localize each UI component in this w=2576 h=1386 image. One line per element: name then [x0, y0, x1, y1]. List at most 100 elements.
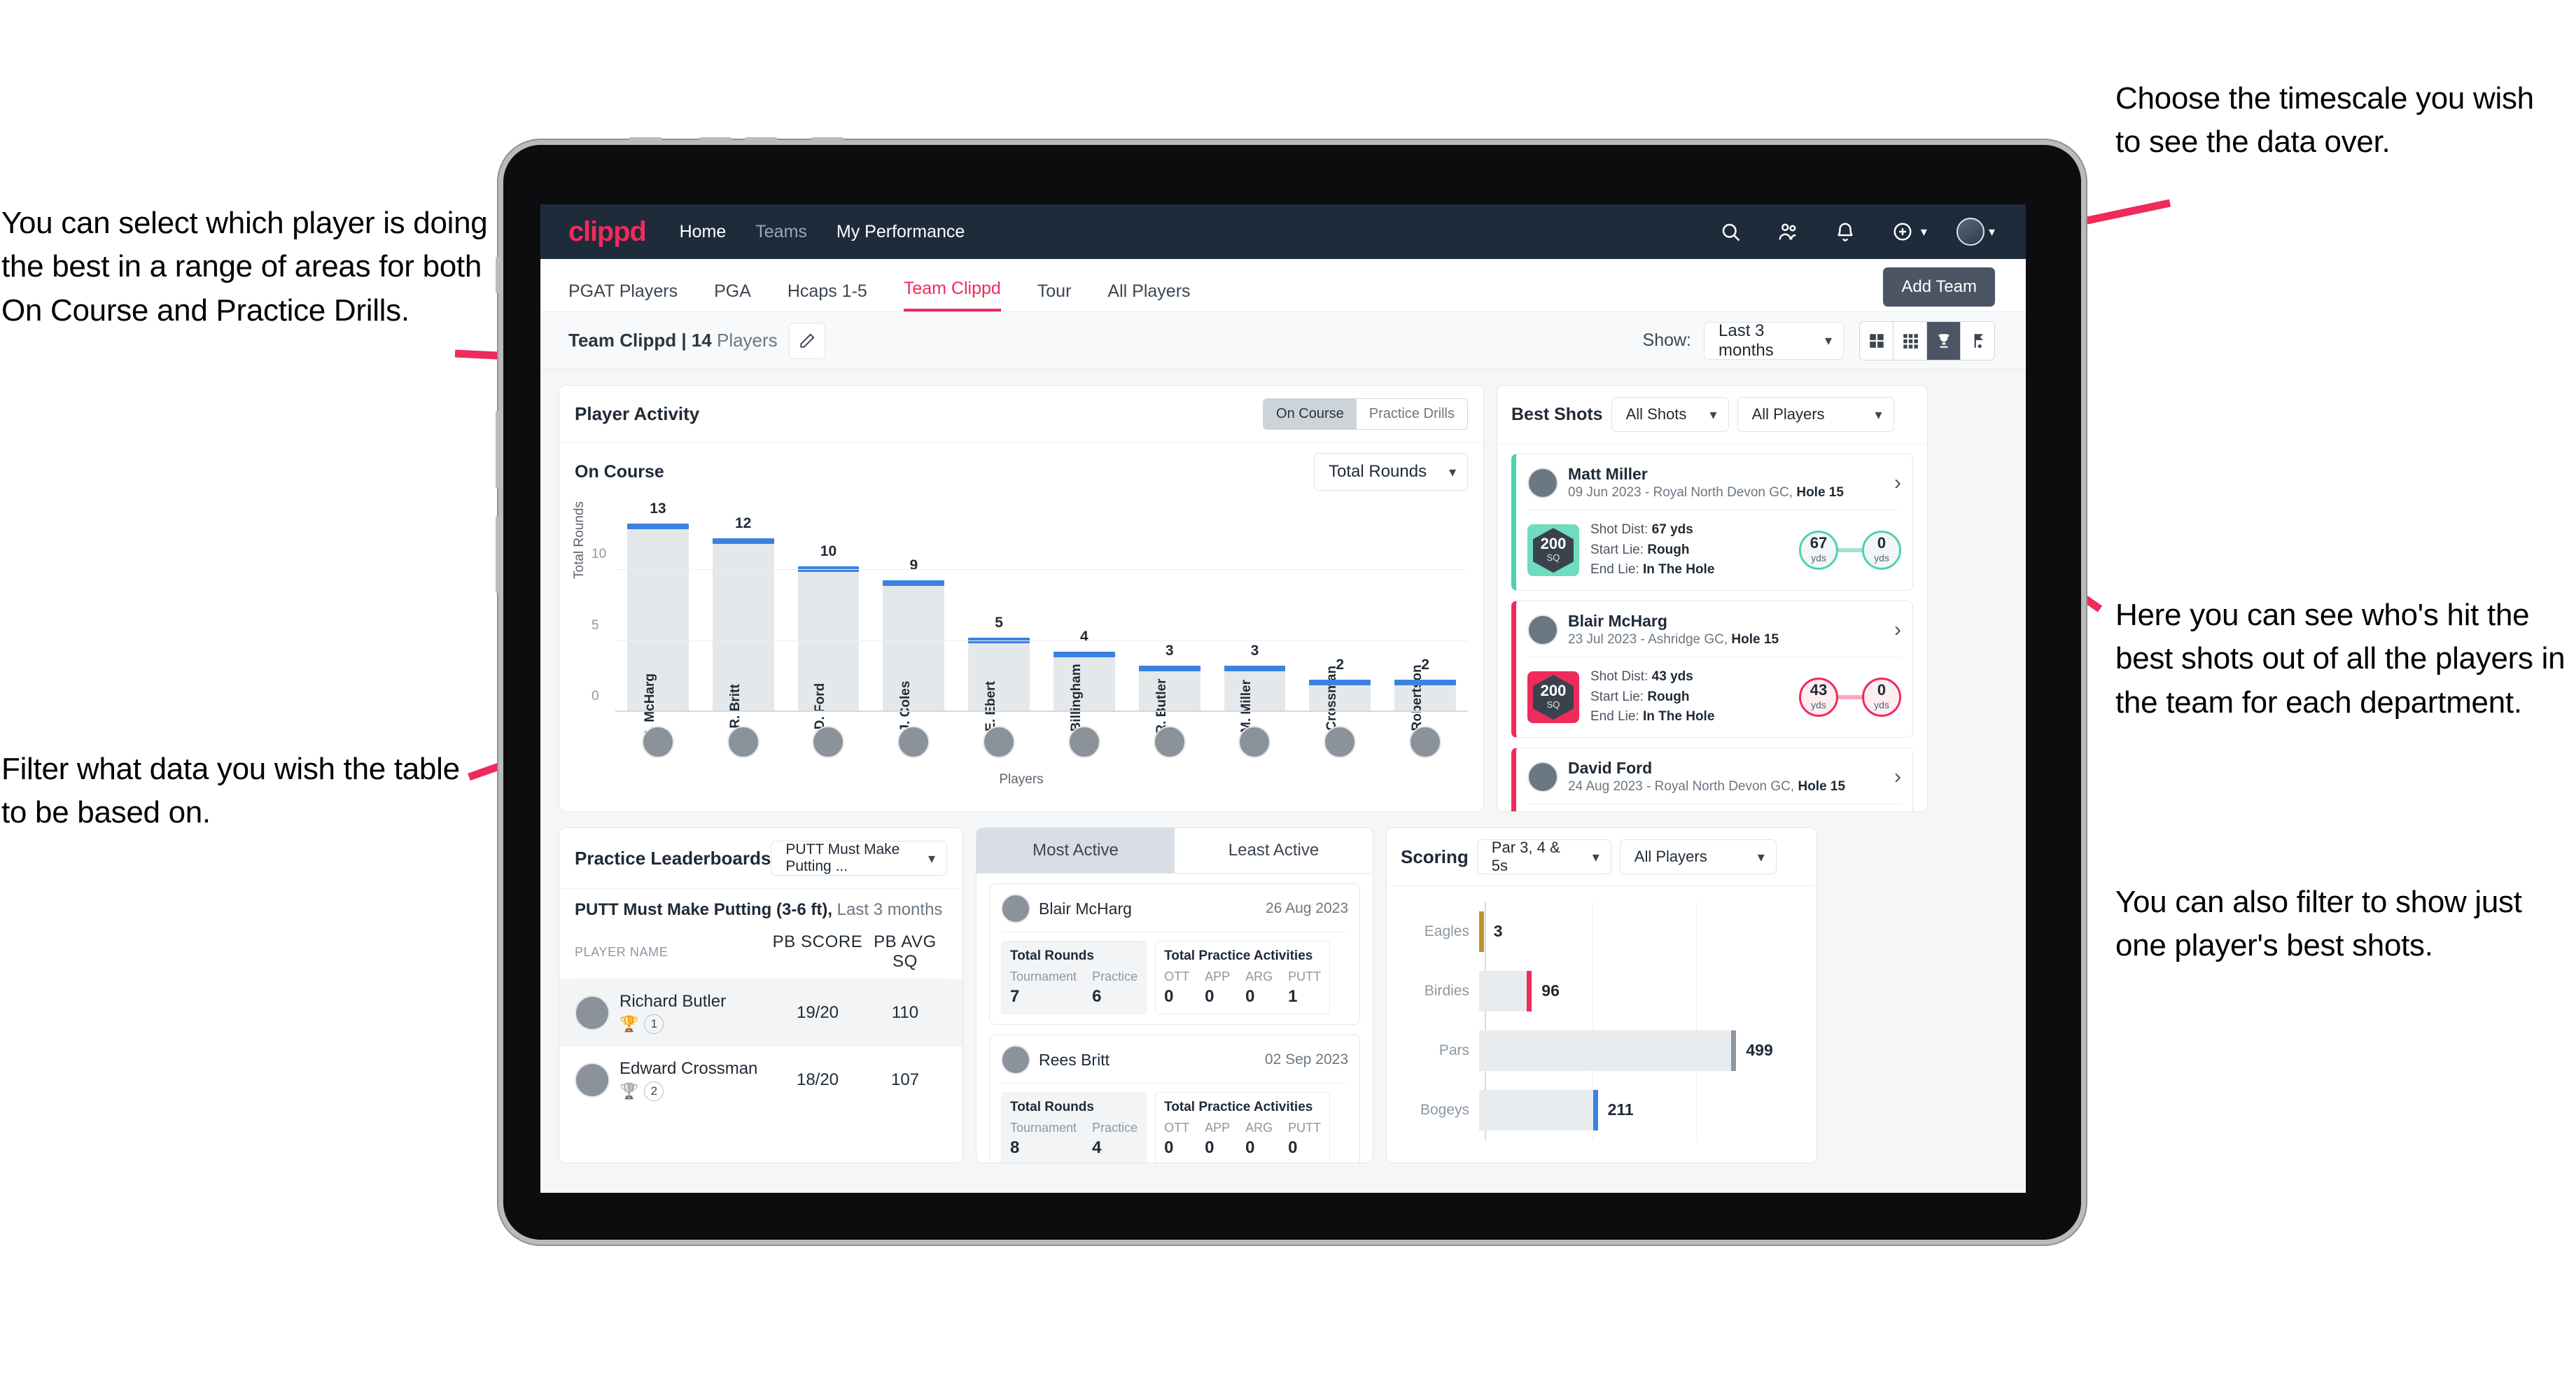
avatar[interactable]	[897, 726, 930, 758]
chart-bar-column[interactable]: 12 R. Britt	[701, 513, 786, 729]
par-select[interactable]: Par 3, 4 & 5s ▾	[1476, 839, 1611, 874]
scoring-row-value: 499	[1746, 1041, 1773, 1059]
tab-team-clippd[interactable]: Team Clippd	[903, 279, 1001, 312]
dumbbell-start-value: 43	[1809, 680, 1828, 699]
total-practice-box: Total Practice Activities OTT 0 APP 0 ARG 0 PUT…	[1155, 941, 1331, 1014]
scoring-player-select[interactable]: All Players ▾	[1619, 839, 1777, 874]
player-activity-subheader: On Course Total Rounds ▾	[559, 443, 1483, 491]
leaderboard-player-name: Edward Crossman	[620, 1059, 758, 1078]
user-avatar-icon[interactable]	[1956, 218, 1984, 246]
table-row[interactable]: Richard Butler 🏆 1 19/20 110	[559, 979, 962, 1046]
tab-most-active[interactable]: Most Active	[976, 828, 1175, 873]
tab-pga[interactable]: PGA	[714, 281, 751, 312]
avatar[interactable]	[1409, 726, 1442, 758]
tab-all-players[interactable]: All Players	[1107, 281, 1190, 312]
chart-bar-column[interactable]: 3 M. Miller	[1212, 513, 1298, 733]
total-rounds-title: Total Rounds	[1010, 948, 1094, 963]
end-lie-value: In The Hole	[1643, 709, 1715, 724]
best-shot-details: Shot Dist: 67 yds Start Lie: Rough End Lie…	[1590, 520, 1714, 580]
activity-card[interactable]: Blair McHarg 26 Aug 2023 Total Rounds Tourn…	[989, 883, 1360, 1025]
people-icon[interactable]	[1774, 218, 1802, 246]
avatar[interactable]	[812, 726, 845, 758]
activity-card[interactable]: Rees Britt 02 Sep 2023 Total Rounds Tournam…	[989, 1035, 1360, 1163]
rank-number: 2	[644, 1082, 664, 1101]
tab-tour[interactable]: Tour	[1037, 281, 1072, 312]
add-team-button[interactable]: Add Team	[1883, 267, 1995, 307]
chevron-right-icon[interactable]: ›	[1894, 471, 1901, 495]
start-lie-line: Start Lie: Rough	[1590, 687, 1714, 708]
leaderboard-pb-avg-sq: 107	[890, 1070, 920, 1089]
chevron-right-icon[interactable]: ›	[1894, 618, 1901, 642]
tab-pgat-players[interactable]: PGAT Players	[568, 281, 678, 312]
grid-small-icon[interactable]	[1893, 321, 1927, 360]
pencil-icon[interactable]	[788, 322, 825, 359]
view-toggle-group	[1859, 321, 1995, 360]
scoring-card: Scoring Par 3, 4 & 5s ▾ All Players ▾ Ea…	[1386, 827, 1817, 1163]
avatar[interactable]	[1238, 726, 1271, 758]
dumbbell-end-value: 0	[1877, 533, 1886, 552]
best-shot-meta: 09 Jun 2023 - Royal North Devon GC, Hole…	[1568, 484, 1844, 502]
best-shot-card[interactable]: David Ford 24 Aug 2023 - Royal North Devo…	[1511, 747, 1913, 811]
activity-list: Blair McHarg 26 Aug 2023 Total Rounds Tourn…	[976, 883, 1373, 1163]
timescale-select[interactable]: Last 3 months ▾	[1704, 321, 1844, 360]
chevron-down-icon: ▾	[1757, 849, 1765, 865]
dumbbell-start: 43 yds	[1799, 678, 1838, 718]
chart-bar-column[interactable]: 10 D. Ford	[786, 513, 872, 729]
team-controls-bar: Team Clippd | 14 Players Show: Last 3 mo…	[540, 312, 2026, 370]
activity-practice-stat: ARG 0	[1245, 969, 1273, 1006]
nav-link-teams[interactable]: Teams	[755, 222, 807, 242]
avatar[interactable]	[641, 726, 674, 758]
hexagon-icon: 200 SQ	[1533, 675, 1574, 720]
chart-bar-column[interactable]: 2 C. Robertson	[1382, 513, 1468, 748]
plus-circle-icon[interactable]	[1889, 218, 1917, 246]
best-shot-card[interactable]: Matt Miller 09 Jun 2023 - Royal North Dev…	[1511, 454, 1913, 591]
avatar[interactable]	[1324, 726, 1357, 758]
segment-on-course[interactable]: On Course	[1264, 399, 1357, 429]
flag-icon[interactable]	[1961, 321, 1994, 360]
tab-hcaps-1-5[interactable]: Hcaps 1-5	[788, 281, 867, 312]
section-tab-bar: PGAT Players PGA Hcaps 1-5 Team Clippd T…	[540, 259, 2026, 312]
leaderboard-player-info: Richard Butler 🏆 1	[620, 992, 726, 1034]
avatar[interactable]	[1068, 726, 1100, 758]
player-activity-header: Player Activity On Course Practice Drill…	[559, 386, 1483, 443]
chart-bar-column[interactable]: 13 B. McHarg	[615, 500, 701, 739]
scoring-row-value: 211	[1607, 1100, 1634, 1119]
clippd-logo[interactable]: clippd	[568, 216, 647, 248]
avatar-chevron-down-icon[interactable]: ▾	[1989, 225, 1995, 239]
nav-link-my-performance[interactable]: My Performance	[836, 222, 965, 242]
segment-practice-drills[interactable]: Practice Drills	[1356, 399, 1467, 429]
best-shots-player-select[interactable]: All Players ▾	[1737, 397, 1894, 432]
chart-bar-column[interactable]: 9 J. Coles	[871, 513, 956, 732]
activity-tabs: Most Active Least Active	[976, 828, 1373, 874]
nav-link-home[interactable]: Home	[680, 222, 727, 242]
shot-distance-dumbbell: 67 yds 0 yds	[1799, 531, 1901, 570]
bell-icon[interactable]	[1831, 218, 1859, 246]
player-activity-chart: Total Rounds 13 B. McHarg 12 R. Britt 10 D. F…	[572, 495, 1468, 796]
chart-bar-column[interactable]: 5 E. Ebert	[956, 513, 1042, 732]
metric-select[interactable]: Total Rounds ▾	[1314, 453, 1468, 491]
tab-least-active[interactable]: Least Active	[1175, 828, 1373, 873]
total-practice-title: Total Practice Activities	[1164, 1100, 1313, 1114]
chevron-right-icon[interactable]: ›	[1894, 765, 1901, 789]
chart-bar-column[interactable]: 4 D. Billingham	[1042, 513, 1127, 749]
scoring-bar	[1479, 1089, 1598, 1130]
best-shots-type-select[interactable]: All Shots ▾	[1611, 397, 1729, 432]
drill-select[interactable]: PUTT Must Make Putting ... ▾	[771, 841, 947, 876]
avatar[interactable]	[1153, 726, 1186, 758]
plus-chevron-down-icon[interactable]: ▾	[1921, 225, 1927, 239]
dumbbell-start-unit: yds	[1811, 552, 1826, 564]
table-row[interactable]: Edward Crossman 🏆 2 18/20 107	[575, 1046, 947, 1114]
avatar[interactable]	[983, 726, 1016, 758]
best-shot-body: 198SQShot Dist: 16 ydsStart Lie: RoughEn…	[1527, 804, 1901, 811]
search-icon[interactable]	[1716, 218, 1744, 246]
grid-large-icon[interactable]	[1860, 321, 1893, 360]
trophy-icon[interactable]	[1927, 321, 1961, 360]
chart-bar-column[interactable]: 3 R. Butler	[1127, 513, 1212, 734]
best-shot-card[interactable]: Blair McHarg 23 Jul 2023 - Ashridge GC, H…	[1511, 600, 1913, 738]
practice-leaderboards-header: Practice Leaderboards PUTT Must Make Put…	[559, 828, 962, 889]
scoring-row-label: Birdies	[1424, 982, 1469, 999]
chart-bar-column[interactable]: 2 E. Crossman	[1297, 513, 1382, 747]
activity-card-body: Total Rounds Tournament 8 Practice 4 Total Pr…	[1001, 1084, 1348, 1163]
avatar[interactable]	[727, 726, 760, 758]
shot-dist-value: 43 yds	[1651, 669, 1693, 685]
